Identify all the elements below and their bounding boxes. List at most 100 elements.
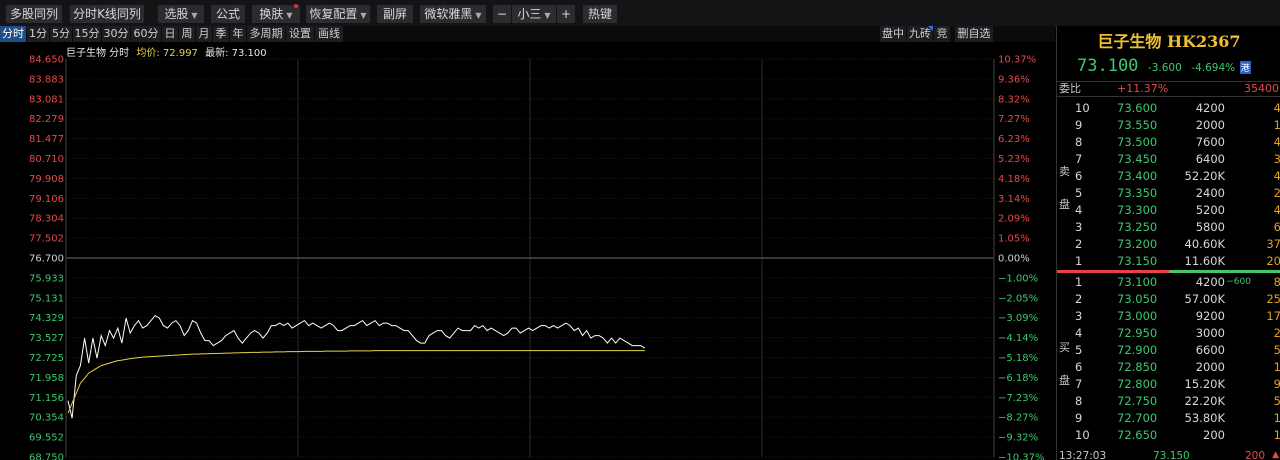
order-book-row[interactable]: 3 73.000 9200 17 bbox=[1057, 308, 1280, 325]
y-tick-right: −2.05% bbox=[998, 293, 1038, 304]
price-change-pct: -4.694% bbox=[1191, 62, 1236, 74]
toolbar-button-11[interactable]: + bbox=[557, 5, 575, 23]
toolbar-button-1[interactable]: 多股同列 bbox=[6, 5, 62, 23]
level: 8 bbox=[1075, 135, 1083, 149]
level-price: 72.700 bbox=[1117, 411, 1158, 425]
y-tick-right: 3.14% bbox=[998, 194, 1030, 205]
period-tab-left-13[interactable]: 设置 bbox=[286, 26, 314, 42]
period-tab-right-3[interactable]: 竞 bbox=[934, 26, 950, 42]
sell-label-top: 卖 bbox=[1059, 165, 1070, 178]
period-tab-left-5[interactable]: 30分 bbox=[102, 26, 130, 42]
y-tick-left: 75.131 bbox=[29, 293, 64, 304]
order-book-row[interactable]: 8 72.750 22.20K 5 bbox=[1057, 393, 1280, 410]
period-tab-label: 周 bbox=[181, 27, 193, 40]
order-book-row[interactable]: 4 72.950 3000 2 bbox=[1057, 325, 1280, 342]
level-count: 4 bbox=[1273, 135, 1280, 149]
market-badge: 港 bbox=[1239, 61, 1251, 74]
order-book-row[interactable]: 6 72.850 2000 1 bbox=[1057, 359, 1280, 376]
period-tab-left-14[interactable]: 画线 bbox=[315, 26, 343, 42]
tick-time: 13:27:03 bbox=[1059, 450, 1107, 460]
order-book-row[interactable]: 5 72.900 6600 5 bbox=[1057, 342, 1280, 359]
level-volume: 5200 bbox=[1195, 203, 1225, 217]
period-tab-left-2[interactable]: 1分 bbox=[27, 26, 49, 42]
y-tick-left: 82.279 bbox=[29, 114, 64, 125]
level-price: 72.650 bbox=[1117, 428, 1158, 442]
level: 5 bbox=[1075, 343, 1083, 357]
toolbar-button-3[interactable]: 选股 ▼ bbox=[158, 5, 204, 23]
toolbar-button-10[interactable]: 小三 ▼ bbox=[512, 5, 556, 23]
level-volume: 3000 bbox=[1195, 326, 1225, 340]
order-book-row[interactable]: 2 73.200 40.60K 37 bbox=[1057, 236, 1280, 253]
period-tab-left-11[interactable]: 年 bbox=[230, 26, 246, 42]
toolbar-button-7[interactable]: 副屏 bbox=[377, 5, 413, 23]
period-tab-label: 画线 bbox=[318, 27, 340, 40]
y-tick-left: 72.725 bbox=[29, 353, 64, 364]
order-book-row[interactable]: 7 73.450 6400 3 bbox=[1057, 151, 1280, 168]
order-book-row[interactable]: 10 73.600 4200 4 bbox=[1057, 100, 1280, 117]
order-book-row[interactable]: 1 73.100 4200 −600 8 bbox=[1057, 274, 1280, 291]
level-count: 6 bbox=[1273, 220, 1280, 234]
level-volume: 2000 bbox=[1195, 360, 1225, 374]
y-tick-right: −8.27% bbox=[998, 413, 1038, 424]
period-tab-left-4[interactable]: 15分 bbox=[73, 26, 101, 42]
intraday-chart[interactable]: 84.650 10.37% 83.883 9.36% 83.081 8.32% 82.279… bbox=[0, 42, 1055, 460]
book-divider bbox=[1057, 270, 1280, 273]
level-price: 72.750 bbox=[1117, 394, 1158, 408]
y-tick-left: 79.106 bbox=[29, 194, 64, 205]
period-tab-left-1[interactable]: 分时 bbox=[0, 26, 26, 42]
average-line bbox=[67, 350, 645, 414]
period-tab-left-3[interactable]: 5分 bbox=[50, 26, 72, 42]
order-book-row[interactable]: 9 72.700 53.80K 1 bbox=[1057, 410, 1280, 427]
level: 1 bbox=[1075, 254, 1083, 268]
tick-volume: 200 bbox=[1244, 450, 1265, 460]
level-volume: 4200 bbox=[1195, 101, 1225, 115]
order-book-row[interactable]: 8 73.500 7600 4 bbox=[1057, 134, 1280, 151]
level-price: 73.300 bbox=[1117, 203, 1158, 217]
buy-label-top: 买 bbox=[1059, 341, 1070, 354]
period-tab-left-9[interactable]: 月 bbox=[196, 26, 212, 42]
period-bar: 分时 1分 5分 15分 30分 60分日周月季年多周期 设置 画线 盘中 九砖竞删自选 bbox=[0, 26, 1055, 42]
period-tab-left-10[interactable]: 季 bbox=[213, 26, 229, 42]
toolbar-button-5[interactable]: 换肤 ▼ bbox=[252, 4, 300, 23]
level-volume: 6600 bbox=[1195, 343, 1225, 357]
quote-panel: 巨子生物 HK2367 73.100 -3.600 -4.694% 港 委比 +… bbox=[1056, 26, 1280, 460]
y-tick-left: 71.156 bbox=[29, 393, 64, 404]
period-tab-right-4[interactable]: 删自选 bbox=[955, 26, 993, 42]
order-book-row[interactable]: 2 73.050 57.00K 25 bbox=[1057, 291, 1280, 308]
period-tab-left-7[interactable]: 日 bbox=[162, 26, 178, 42]
period-tab-right-1[interactable]: 盘中 bbox=[880, 26, 906, 42]
order-book-row[interactable]: 3 73.250 5800 6 bbox=[1057, 219, 1280, 236]
y-tick-left: 71.958 bbox=[29, 373, 64, 384]
toolbar-button-6[interactable]: 恢复配置 ▼ bbox=[306, 5, 370, 23]
stock-name[interactable]: 巨子生物 HK2367 bbox=[1057, 28, 1280, 52]
level: 2 bbox=[1075, 237, 1083, 251]
y-tick-right: 4.18% bbox=[998, 174, 1030, 185]
toolbar-button-label: 换肤 bbox=[259, 7, 284, 21]
period-tab-left-6[interactable]: 60分 bbox=[131, 26, 161, 42]
period-tab-label: 季 bbox=[215, 27, 227, 40]
level-volume: 2400 bbox=[1195, 186, 1225, 200]
level-count: 9 bbox=[1273, 377, 1280, 391]
period-tab-label: 15分 bbox=[74, 27, 100, 40]
toolbar-button-4[interactable]: 公式 bbox=[211, 5, 245, 23]
order-book-row[interactable]: 4 73.300 5200 4 bbox=[1057, 202, 1280, 219]
period-tab-label: 60分 bbox=[133, 27, 159, 40]
order-book-row[interactable]: 1 73.150 11.60K 20 bbox=[1057, 253, 1280, 270]
order-book-row[interactable]: 10 72.650 200 1 bbox=[1057, 427, 1280, 444]
toolbar-button-2[interactable]: 分时K线同列 bbox=[70, 5, 144, 23]
order-book-row[interactable]: 7 72.800 15.20K 9 bbox=[1057, 376, 1280, 393]
period-tab-left-12[interactable]: 多周期 bbox=[247, 26, 285, 42]
period-tab-left-8[interactable]: 周 bbox=[179, 26, 195, 42]
toolbar-button-9[interactable]: − bbox=[493, 5, 511, 23]
toolbar-button-12[interactable]: 热键 bbox=[583, 5, 617, 23]
toolbar-button-8[interactable]: 微软雅黑 ▼ bbox=[420, 5, 486, 23]
period-tab-right-2[interactable]: 九砖 bbox=[907, 26, 933, 42]
y-tick-right: −4.14% bbox=[998, 333, 1038, 344]
level-delta: −600 bbox=[1226, 277, 1251, 287]
chart-legend: 巨子生物 分时 均价: 72.997 最新: 73.100 bbox=[66, 44, 267, 59]
order-ratio-row: 委比 +11.37% 35400 bbox=[1057, 81, 1280, 97]
order-book-row[interactable]: 6 73.400 52.20K 4 bbox=[1057, 168, 1280, 185]
order-book-row[interactable]: 9 73.550 2000 1 bbox=[1057, 117, 1280, 134]
order-book-row[interactable]: 5 73.350 2400 2 bbox=[1057, 185, 1280, 202]
level-count: 2 bbox=[1273, 186, 1280, 200]
